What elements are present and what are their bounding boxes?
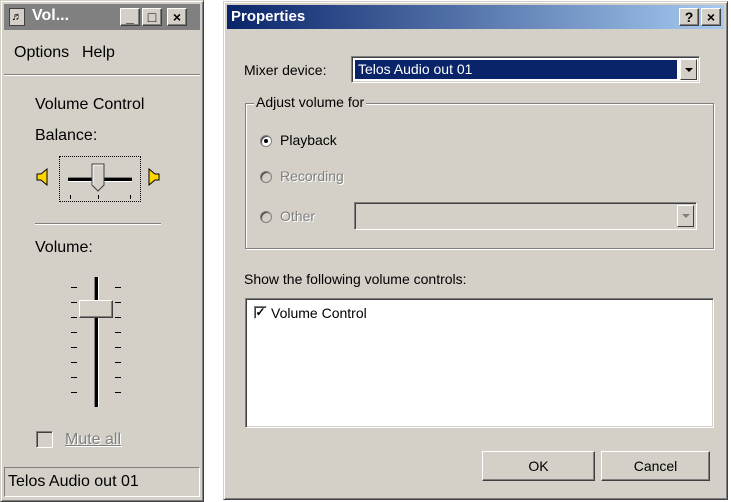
volume-tick: [115, 287, 121, 288]
volume-tick: [115, 302, 121, 303]
status-bar: Telos Audio out 01: [4, 467, 200, 497]
other-radio[interactable]: [260, 211, 272, 223]
chevron-down-icon[interactable]: [677, 205, 694, 227]
speaker-right-icon: [146, 167, 160, 187]
volume-control-checkbox[interactable]: ✓: [254, 306, 267, 319]
help-button[interactable]: ?: [679, 8, 699, 26]
volume-tick: [71, 377, 77, 378]
mixer-device-select[interactable]: Telos Audio out 01: [351, 56, 700, 83]
volume-tick: [71, 332, 77, 333]
balance-tick: [98, 195, 99, 199]
volume-thumb[interactable]: [79, 300, 113, 318]
volume-tick: [115, 347, 121, 348]
properties-titlebar[interactable]: Properties ? ×: [227, 5, 724, 29]
volume-tick: [115, 317, 121, 318]
list-item[interactable]: ✓ Volume Control: [254, 305, 554, 323]
balance-thumb[interactable]: [91, 163, 105, 193]
balance-tick: [70, 195, 71, 199]
volume-tick: [71, 392, 77, 393]
recording-label[interactable]: Recording: [280, 168, 344, 184]
list-item-label: Volume Control: [271, 305, 367, 321]
close-button[interactable]: ×: [701, 8, 721, 26]
balance-divider: [35, 223, 161, 225]
volume-tick: [115, 377, 121, 378]
control-name: Volume Control: [35, 96, 145, 113]
volume-controls-list[interactable]: ✓ Volume Control: [245, 298, 714, 428]
volume-tick: [115, 332, 121, 333]
mute-all-label: Mute all: [65, 431, 122, 448]
other-device-select[interactable]: [354, 202, 697, 230]
adjust-volume-label: Adjust volume for: [254, 94, 367, 110]
volume-tick: [71, 347, 77, 348]
balance-slider[interactable]: [59, 156, 141, 202]
playback-radio[interactable]: [260, 135, 272, 147]
show-controls-label: Show the following volume controls:: [244, 271, 467, 287]
menu-divider: [4, 74, 200, 76]
recording-radio[interactable]: [260, 171, 272, 183]
volume-tick: [115, 362, 121, 363]
cancel-button[interactable]: Cancel: [601, 451, 710, 481]
volume-slider[interactable]: [61, 273, 131, 413]
menu-bar: Options Help: [4, 32, 200, 72]
volume-tick: [71, 302, 77, 303]
playback-label[interactable]: Playback: [280, 132, 337, 148]
mixer-device-value: Telos Audio out 01: [358, 61, 473, 77]
speaker-app-icon: ♬: [9, 8, 25, 26]
volume-control-window: ♬ Vol... _ □ × Options Help Volume Contr…: [0, 0, 204, 502]
mixer-device-label: Mixer device:: [244, 62, 327, 78]
volume-tick: [71, 317, 77, 318]
properties-dialog: Properties ? × Mixer device: Telos Audio…: [223, 1, 728, 500]
volume-titlebar[interactable]: ♬ Vol... _ □ ×: [4, 4, 200, 30]
chevron-down-icon[interactable]: [680, 59, 697, 80]
menu-options[interactable]: Options: [14, 44, 69, 62]
volume-tick: [71, 287, 77, 288]
status-text: Telos Audio out 01: [8, 473, 139, 490]
maximize-button[interactable]: □: [142, 8, 162, 26]
volume-tick: [71, 362, 77, 363]
volume-tick: [115, 392, 121, 393]
volume-label: Volume:: [35, 239, 93, 256]
volume-track: [94, 277, 99, 407]
window-title: Vol...: [32, 7, 70, 24]
minimize-button[interactable]: _: [120, 8, 140, 26]
close-button[interactable]: ×: [167, 8, 187, 26]
dialog-title: Properties: [231, 8, 306, 25]
mixer-device-selection: Telos Audio out 01: [355, 60, 677, 79]
mute-all-checkbox[interactable]: [36, 431, 53, 448]
balance-tick: [130, 195, 131, 199]
speaker-left-icon: [36, 167, 50, 187]
ok-button[interactable]: OK: [482, 451, 595, 481]
menu-help[interactable]: Help: [82, 44, 115, 62]
other-label[interactable]: Other: [280, 208, 315, 224]
balance-label: Balance:: [35, 127, 98, 144]
